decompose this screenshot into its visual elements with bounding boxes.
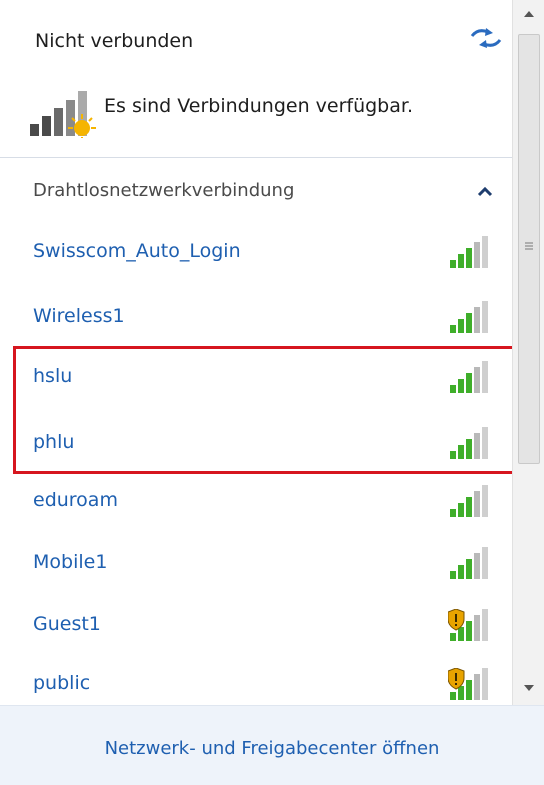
availability-text: Es sind Verbindungen verfügbar. bbox=[104, 95, 413, 117]
footer: Netzwerk- und Freigabecenter öffnen bbox=[0, 705, 544, 785]
refresh-icon[interactable] bbox=[468, 26, 504, 50]
network-center-link[interactable]: Netzwerk- und Freigabecenter öffnen bbox=[0, 738, 544, 759]
network-item[interactable]: phlu bbox=[0, 415, 512, 475]
section-title: Drahtlosnetzwerkverbindung bbox=[33, 180, 295, 201]
signal-strength-icon bbox=[450, 236, 488, 268]
network-name: hslu bbox=[33, 365, 73, 387]
secured-signal-strength-icon bbox=[448, 609, 488, 641]
signal-strength-icon bbox=[450, 361, 488, 393]
grip-icon bbox=[525, 242, 533, 250]
network-item[interactable]: hslu bbox=[0, 349, 512, 409]
signal-strength-icon bbox=[450, 485, 488, 517]
network-item[interactable]: eduroam bbox=[0, 473, 512, 533]
collapse-chevron-icon[interactable] bbox=[474, 184, 496, 200]
network-item[interactable]: Mobile1 bbox=[0, 535, 512, 595]
network-name: eduroam bbox=[33, 489, 118, 511]
network-item[interactable]: Swisscom_Auto_Login bbox=[0, 224, 512, 284]
signal-strength-icon bbox=[450, 427, 488, 459]
scrollbar-thumb[interactable] bbox=[518, 34, 540, 464]
network-name: Swisscom_Auto_Login bbox=[33, 240, 241, 262]
network-flyout: Nicht verbunden Es sind Verbindungen ver… bbox=[0, 0, 544, 785]
scroll-down-arrow-icon[interactable] bbox=[520, 678, 538, 696]
network-name: Wireless1 bbox=[33, 305, 125, 327]
divider bbox=[0, 157, 512, 158]
scroll-up-arrow-icon[interactable] bbox=[520, 6, 538, 24]
connection-status: Nicht verbunden bbox=[35, 30, 194, 52]
secured-signal-strength-icon bbox=[448, 668, 488, 700]
signal-strength-icon bbox=[450, 301, 488, 333]
scrollbar[interactable] bbox=[512, 0, 544, 705]
signal-strength-icon bbox=[450, 547, 488, 579]
network-available-icon bbox=[30, 91, 96, 138]
network-item[interactable]: Wireless1 bbox=[0, 289, 512, 349]
network-item[interactable]: Guest1 bbox=[0, 597, 512, 657]
network-name: phlu bbox=[33, 431, 75, 453]
network-name: Mobile1 bbox=[33, 551, 108, 573]
network-name: Guest1 bbox=[33, 613, 101, 635]
network-name: public bbox=[33, 672, 91, 694]
